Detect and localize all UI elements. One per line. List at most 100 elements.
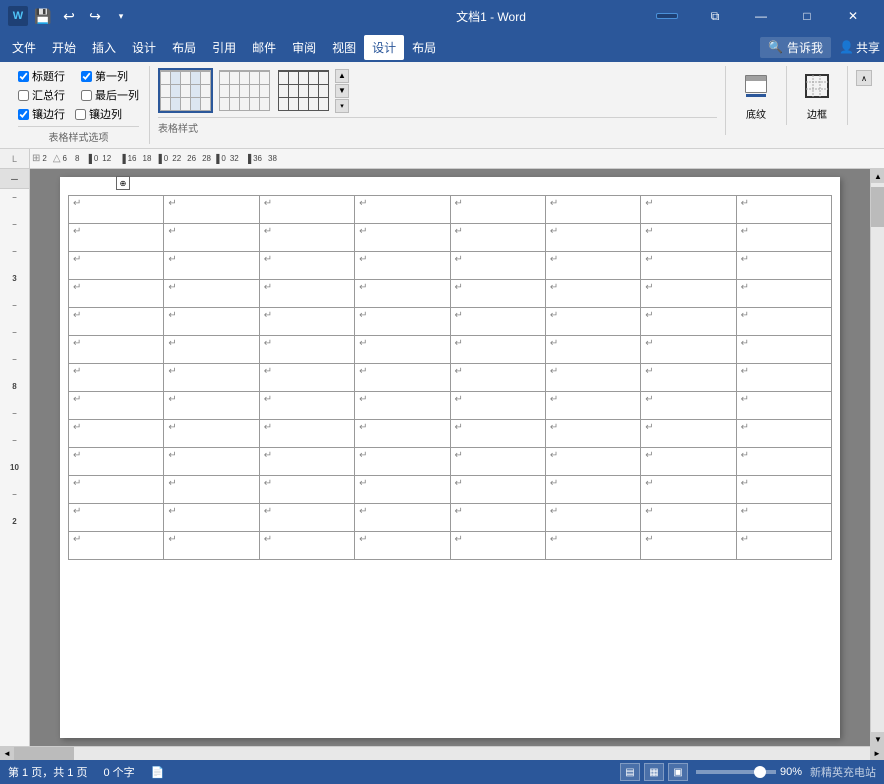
checkbox-title-row[interactable]: 标题行 xyxy=(18,68,65,84)
checkbox-last-col[interactable]: 最后一列 xyxy=(81,87,139,103)
table-cell[interactable]: ↵ xyxy=(259,252,354,280)
horizontal-scrollbar[interactable]: ◄ ► xyxy=(0,746,884,760)
view-btn-1[interactable]: ▤ xyxy=(620,763,640,781)
table-cell[interactable]: ↵ xyxy=(545,420,640,448)
zoom-thumb[interactable] xyxy=(754,766,766,778)
table-cell[interactable]: ↵ xyxy=(259,336,354,364)
table-cell[interactable]: ↵ xyxy=(69,280,164,308)
table-cell[interactable]: ↵ xyxy=(641,224,736,252)
hscroll-right-button[interactable]: ► xyxy=(870,747,884,761)
checkbox-banded-rows[interactable]: 镶边行 xyxy=(18,106,65,122)
table-cell[interactable]: ↵ xyxy=(355,476,450,504)
word-table[interactable]: ↵↵↵↵↵↵↵↵↵↵↵↵↵↵↵↵↵↵↵↵↵↵↵↵↵↵↵↵↵↵↵↵↵↵↵↵↵↵↵↵… xyxy=(68,195,832,560)
undo-button[interactable]: ↩ xyxy=(58,5,80,27)
table-cell[interactable]: ↵ xyxy=(545,532,640,560)
border-button[interactable]: 边框 xyxy=(797,68,837,125)
table-cell[interactable]: ↵ xyxy=(736,532,831,560)
window-maximize-button[interactable]: □ xyxy=(784,0,830,32)
hscroll-thumb[interactable] xyxy=(14,747,74,761)
menu-review[interactable]: 审阅 xyxy=(284,35,324,60)
menu-insert[interactable]: 插入 xyxy=(84,35,124,60)
table-cell[interactable]: ↵ xyxy=(736,336,831,364)
table-cell[interactable]: ↵ xyxy=(259,224,354,252)
table-cell[interactable]: ↵ xyxy=(736,364,831,392)
table-cell[interactable]: ↵ xyxy=(641,364,736,392)
table-cell[interactable]: ↵ xyxy=(450,308,545,336)
window-restore-button[interactable]: ⧉ xyxy=(692,0,738,32)
table-style-2[interactable] xyxy=(217,68,272,113)
menu-design[interactable]: 设计 xyxy=(124,35,164,60)
menu-home[interactable]: 开始 xyxy=(44,35,84,60)
table-cell[interactable]: ↵ xyxy=(259,532,354,560)
table-cell[interactable]: ↵ xyxy=(450,420,545,448)
table-cell[interactable]: ↵ xyxy=(355,280,450,308)
table-cell[interactable]: ↵ xyxy=(450,196,545,224)
table-cell[interactable]: ↵ xyxy=(355,308,450,336)
table-cell[interactable]: ↵ xyxy=(545,392,640,420)
table-cell[interactable]: ↵ xyxy=(259,308,354,336)
table-cell[interactable]: ↵ xyxy=(736,476,831,504)
scroll-up-button[interactable]: ▲ xyxy=(871,169,884,183)
window-minimize-button[interactable]: — xyxy=(738,0,784,32)
table-cell[interactable]: ↵ xyxy=(545,364,640,392)
login-button[interactable] xyxy=(656,13,678,19)
table-cell[interactable]: ↵ xyxy=(450,392,545,420)
shading-button[interactable]: 底纹 xyxy=(736,68,776,125)
table-cell[interactable]: ↵ xyxy=(545,224,640,252)
table-cell[interactable]: ↵ xyxy=(69,504,164,532)
table-cell[interactable]: ↵ xyxy=(69,420,164,448)
table-cell[interactable]: ↵ xyxy=(450,504,545,532)
menu-table-design[interactable]: 设计 xyxy=(364,35,404,60)
table-cell[interactable]: ↵ xyxy=(259,448,354,476)
table-cell[interactable]: ↵ xyxy=(736,420,831,448)
style-scroll-down[interactable]: ▼ xyxy=(335,84,349,98)
quick-access-dropdown[interactable]: ▾ xyxy=(110,5,132,27)
table-cell[interactable]: ↵ xyxy=(355,392,450,420)
redo-button[interactable]: ↪ xyxy=(84,5,106,27)
table-cell[interactable]: ↵ xyxy=(164,336,259,364)
window-close-button[interactable]: ✕ xyxy=(830,0,876,32)
table-cell[interactable]: ↵ xyxy=(545,280,640,308)
table-cell[interactable]: ↵ xyxy=(69,476,164,504)
table-cell[interactable]: ↵ xyxy=(736,280,831,308)
table-cell[interactable]: ↵ xyxy=(736,504,831,532)
table-cell[interactable]: ↵ xyxy=(164,252,259,280)
table-cell[interactable]: ↵ xyxy=(259,196,354,224)
table-cell[interactable]: ↵ xyxy=(641,448,736,476)
save-button[interactable]: 💾 xyxy=(32,5,54,27)
table-cell[interactable]: ↵ xyxy=(641,308,736,336)
ribbon-collapse-button[interactable]: ∧ xyxy=(856,70,872,86)
table-cell[interactable]: ↵ xyxy=(164,504,259,532)
table-cell[interactable]: ↵ xyxy=(355,420,450,448)
menu-table-layout[interactable]: 布局 xyxy=(404,35,444,60)
table-cell[interactable]: ↵ xyxy=(355,532,450,560)
table-cell[interactable]: ↵ xyxy=(355,224,450,252)
table-cell[interactable]: ↵ xyxy=(641,504,736,532)
table-cell[interactable]: ↵ xyxy=(450,252,545,280)
table-cell[interactable]: ↵ xyxy=(69,252,164,280)
table-cell[interactable]: ↵ xyxy=(450,224,545,252)
table-cell[interactable]: ↵ xyxy=(450,364,545,392)
ruler-minus-button[interactable]: − xyxy=(0,169,29,189)
ruler-corner[interactable]: L xyxy=(0,149,30,169)
table-cell[interactable]: ↵ xyxy=(545,448,640,476)
table-style-3[interactable] xyxy=(276,68,331,113)
table-cell[interactable]: ↵ xyxy=(545,252,640,280)
table-cell[interactable]: ↵ xyxy=(259,280,354,308)
table-cell[interactable]: ↵ xyxy=(164,224,259,252)
table-cell[interactable]: ↵ xyxy=(641,252,736,280)
table-cell[interactable]: ↵ xyxy=(164,532,259,560)
table-cell[interactable]: ↵ xyxy=(355,252,450,280)
table-cell[interactable]: ↵ xyxy=(545,336,640,364)
table-cell[interactable]: ↵ xyxy=(641,280,736,308)
table-cell[interactable]: ↵ xyxy=(641,420,736,448)
table-cell[interactable]: ↵ xyxy=(164,308,259,336)
table-cell[interactable]: ↵ xyxy=(450,532,545,560)
table-cell[interactable]: ↵ xyxy=(450,476,545,504)
table-cell[interactable]: ↵ xyxy=(355,336,450,364)
share-button[interactable]: 👤 共享 xyxy=(839,39,880,56)
table-cell[interactable]: ↵ xyxy=(259,504,354,532)
table-cell[interactable]: ↵ xyxy=(545,476,640,504)
table-cell[interactable]: ↵ xyxy=(736,392,831,420)
table-cell[interactable]: ↵ xyxy=(450,336,545,364)
